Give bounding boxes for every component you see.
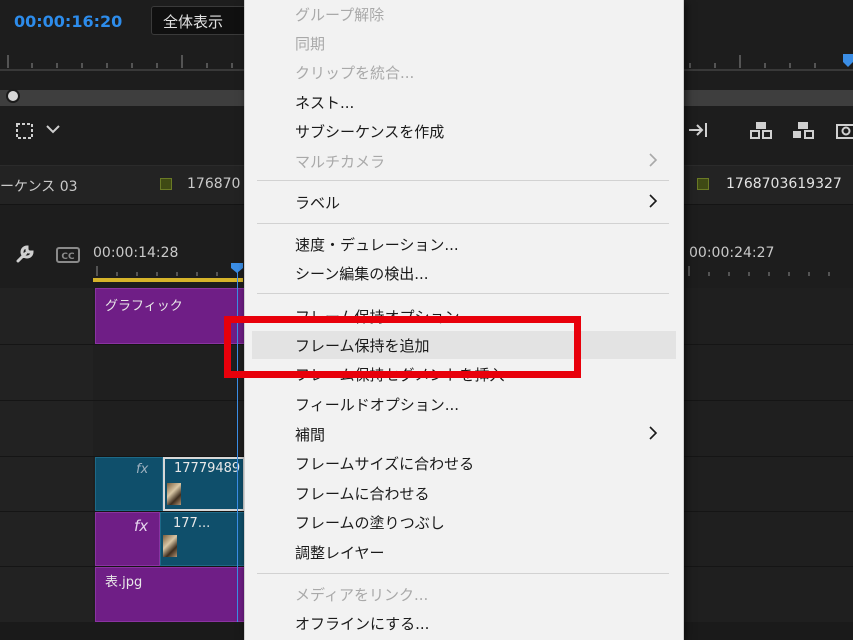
menu-item-field-options[interactable]: フィールドオプション... bbox=[252, 390, 676, 418]
clip-label: グラフィック bbox=[105, 299, 183, 314]
track-header-v4[interactable] bbox=[0, 401, 93, 457]
insert-icon[interactable] bbox=[686, 119, 712, 141]
image-clip[interactable]: 表.jpg bbox=[95, 567, 245, 622]
video-clip-selected[interactable]: 17779489 bbox=[163, 457, 245, 511]
menu-item-interpolation[interactable]: 補間 bbox=[252, 420, 676, 448]
track-header-v1[interactable] bbox=[0, 567, 93, 623]
svg-text:CC: CC bbox=[61, 252, 75, 262]
clip-label: 表.jpg bbox=[105, 575, 143, 590]
menu-item-speed-duration[interactable]: 速度・デュレーション... bbox=[252, 230, 676, 258]
marquee-select-icon[interactable] bbox=[14, 120, 36, 142]
menu-item-scale-to-frame-size[interactable]: フレームサイズに合わせる bbox=[252, 449, 676, 477]
track-header-v5[interactable] bbox=[0, 345, 93, 401]
graphic-clip[interactable]: グラフィック bbox=[95, 288, 245, 344]
sequence-color-swatch bbox=[160, 178, 172, 190]
wrench-icon[interactable] bbox=[14, 243, 36, 265]
timeline-ruler-timecode: 00:00:14:28 bbox=[93, 245, 179, 261]
menu-item-merge-clips: クリップを統合... bbox=[295, 64, 415, 82]
chevron-right-icon bbox=[649, 194, 658, 208]
sequence-tab-2[interactable]: 176870 bbox=[187, 176, 240, 192]
zoom-dropdown[interactable]: 全体表示 bbox=[151, 6, 251, 35]
menu-separator bbox=[257, 180, 669, 181]
menu-item-synchronize: 同期 bbox=[295, 35, 326, 53]
clip-thumbnail bbox=[163, 535, 177, 557]
extract-icon[interactable] bbox=[791, 119, 817, 141]
menu-item-fill-frame[interactable]: フレームの塗りつぶし bbox=[252, 508, 676, 536]
menu-item-adjustment-layer[interactable]: 調整レイヤー bbox=[252, 538, 676, 566]
menu-separator bbox=[257, 573, 669, 574]
captions-icon[interactable]: CC bbox=[56, 247, 80, 263]
menu-separator bbox=[257, 223, 669, 224]
menu-item-ungroup: グループ解除 bbox=[295, 6, 385, 24]
clip-label: 177... bbox=[173, 516, 211, 531]
menu-item-make-offline[interactable]: オフラインにする... bbox=[252, 609, 676, 637]
sequence-color-swatch bbox=[697, 178, 709, 190]
scrollbar-handle[interactable] bbox=[6, 89, 20, 103]
camera-icon[interactable] bbox=[835, 119, 853, 141]
effect-clip[interactable]: fx bbox=[95, 512, 160, 566]
lift-icon[interactable] bbox=[749, 119, 775, 141]
timeline-ruler-timecode: 00:00:24:27 bbox=[689, 245, 775, 261]
track-header-v2[interactable] bbox=[0, 512, 93, 567]
video-clip-b[interactable]: 177... bbox=[160, 512, 245, 566]
chevron-right-icon bbox=[649, 153, 658, 167]
chevron-right-icon bbox=[649, 426, 658, 440]
sequence-tab-3[interactable]: 1768703619327 bbox=[726, 176, 842, 192]
menu-item-set-to-frame-size[interactable]: フレームに合わせる bbox=[252, 479, 676, 507]
menu-item-multi-camera: マルチカメラ bbox=[252, 147, 676, 175]
track-header-v3[interactable] bbox=[0, 457, 93, 512]
menu-separator bbox=[257, 293, 669, 294]
fx-badge: fx bbox=[134, 517, 149, 535]
menu-item-make-subsequence[interactable]: サブシーケンスを作成 bbox=[252, 117, 676, 145]
playhead-timecode[interactable]: 00:00:16:20 bbox=[14, 12, 122, 31]
work-area-bar[interactable] bbox=[93, 278, 243, 282]
video-clip-a[interactable]: fx bbox=[95, 457, 163, 511]
clip-thumbnail bbox=[167, 483, 181, 505]
highlight-annotation-box bbox=[224, 316, 581, 378]
menu-item-scene-edit-detection[interactable]: シーン編集の検出... bbox=[252, 259, 676, 287]
menu-item-nest[interactable]: ネスト... bbox=[252, 88, 676, 116]
track-header-v6[interactable] bbox=[0, 288, 93, 345]
menu-item-label[interactable]: ラベル bbox=[252, 188, 676, 216]
sequence-tab[interactable]: ーケンス 03 bbox=[0, 176, 78, 196]
clip-label: 17779489 bbox=[174, 461, 241, 476]
fx-badge: fx bbox=[136, 462, 149, 477]
chevron-down-icon[interactable] bbox=[45, 121, 61, 137]
menu-item-link-media: メディアをリンク... bbox=[295, 586, 429, 604]
